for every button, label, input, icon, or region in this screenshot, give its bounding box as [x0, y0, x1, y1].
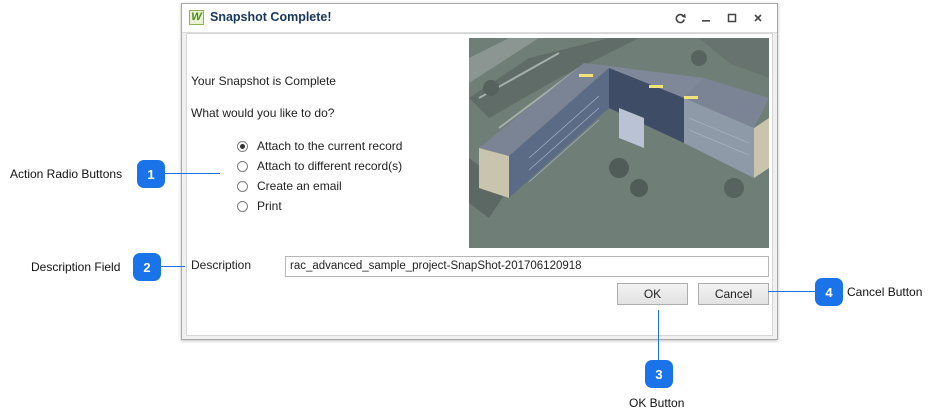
minimize-button[interactable] [697, 9, 715, 27]
radio-label: Attach to different record(s) [257, 159, 403, 173]
radio-button[interactable] [237, 160, 248, 172]
annotation-badge-4: 4 [815, 278, 843, 306]
refresh-icon[interactable] [671, 9, 689, 27]
question-text: What would you like to do? [191, 106, 335, 120]
annotation-connector-3 [658, 310, 659, 360]
cancel-button[interactable]: Cancel [698, 283, 769, 305]
annotation-label-cancel-button: Cancel Button [847, 285, 923, 299]
close-button[interactable] [749, 9, 767, 27]
maximize-button[interactable] [723, 9, 741, 27]
title-bar[interactable]: W Snapshot Complete! [182, 4, 777, 33]
radio-label: Print [257, 199, 282, 213]
radio-button[interactable] [237, 180, 248, 192]
snapshot-preview-image [469, 38, 769, 248]
annotation-badge-2: 2 [133, 253, 161, 281]
ok-button[interactable]: OK [617, 283, 688, 305]
radio-print[interactable]: Print [237, 197, 282, 215]
annotation-connector-2 [161, 266, 185, 267]
description-field[interactable]: rac_advanced_sample_project-SnapShot-201… [285, 256, 769, 277]
radio-create-email[interactable]: Create an email [237, 177, 342, 195]
window-title: Snapshot Complete! [210, 10, 332, 24]
app-logo-icon: W [189, 10, 204, 25]
radio-button-selected[interactable] [237, 140, 248, 152]
annotation-label-action-radio-buttons: Action Radio Buttons [10, 167, 123, 181]
annotation-badge-1: 1 [137, 160, 165, 188]
snapshot-complete-heading: Your Snapshot is Complete [191, 74, 336, 88]
dialog-content: Your Snapshot is Complete What would you… [186, 33, 773, 336]
annotation-connector-1 [165, 173, 220, 174]
radio-label: Attach to the current record [257, 139, 403, 153]
radio-label: Create an email [257, 179, 342, 193]
annotation-badge-3: 3 [645, 360, 673, 388]
annotation-label-description-field: Description Field [31, 260, 121, 274]
annotation-label-ok-button: OK Button [629, 396, 685, 410]
snapshot-dialog: W Snapshot Complete! Your Snapshot is Co… [181, 3, 778, 340]
radio-attach-current[interactable]: Attach to the current record [237, 137, 402, 155]
radio-button[interactable] [237, 200, 248, 212]
description-label: Description [191, 258, 252, 272]
annotation-connector-4 [768, 291, 815, 292]
radio-attach-different[interactable]: Attach to different record(s) [237, 157, 402, 175]
